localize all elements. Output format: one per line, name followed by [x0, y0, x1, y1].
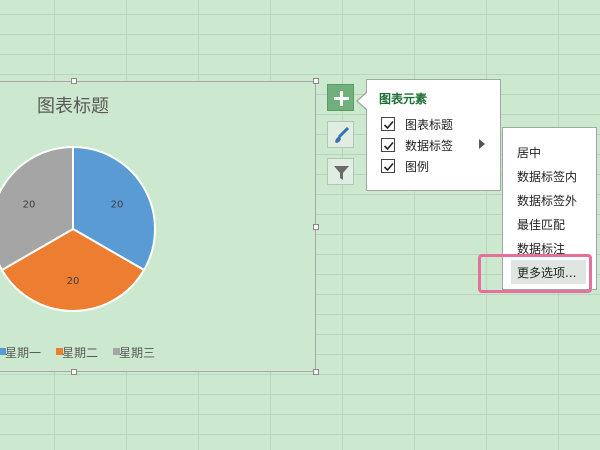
plus-icon — [334, 91, 349, 106]
chart-elements-heading: 图表元素 — [379, 92, 428, 106]
data-label-0[interactable]: 20 — [111, 200, 124, 211]
flyout-pointer-inner — [358, 92, 368, 110]
submenu-item-best-fit[interactable]: 最佳匹配 — [517, 216, 565, 233]
filter-icon — [334, 166, 349, 180]
option-label: 数据标签 — [405, 139, 454, 153]
legend-label: 星期一 — [5, 346, 42, 360]
chart-elements-button[interactable] — [327, 84, 354, 111]
chart-title-checkbox[interactable] — [381, 117, 395, 131]
data-label-2[interactable]: 20 — [23, 200, 36, 211]
submenu-item-center[interactable]: 居中 — [517, 144, 541, 161]
legend-label: 星期二 — [62, 346, 99, 360]
chart-styles-button[interactable] — [327, 121, 354, 148]
pie-chart[interactable]: 20 20 20 — [0, 0, 320, 380]
checkmark-icon — [383, 141, 394, 151]
highlight-annotation — [478, 254, 592, 293]
data-label-1[interactable]: 20 — [67, 276, 80, 287]
data-labels-checkbox[interactable] — [381, 138, 395, 152]
option-label: 图例 — [405, 160, 430, 174]
checkmark-icon — [383, 120, 394, 130]
legend-label: 星期三 — [119, 346, 156, 360]
checkmark-icon — [383, 162, 394, 172]
submenu-item-outside-end[interactable]: 数据标签外 — [517, 192, 577, 209]
option-label: 图表标题 — [405, 118, 454, 132]
brush-icon — [335, 126, 350, 143]
submenu-item-inside-end[interactable]: 数据标签内 — [517, 168, 577, 185]
submenu-arrow-icon[interactable] — [479, 139, 485, 149]
legend-checkbox[interactable] — [381, 159, 395, 173]
chart-filters-button[interactable] — [327, 158, 354, 185]
